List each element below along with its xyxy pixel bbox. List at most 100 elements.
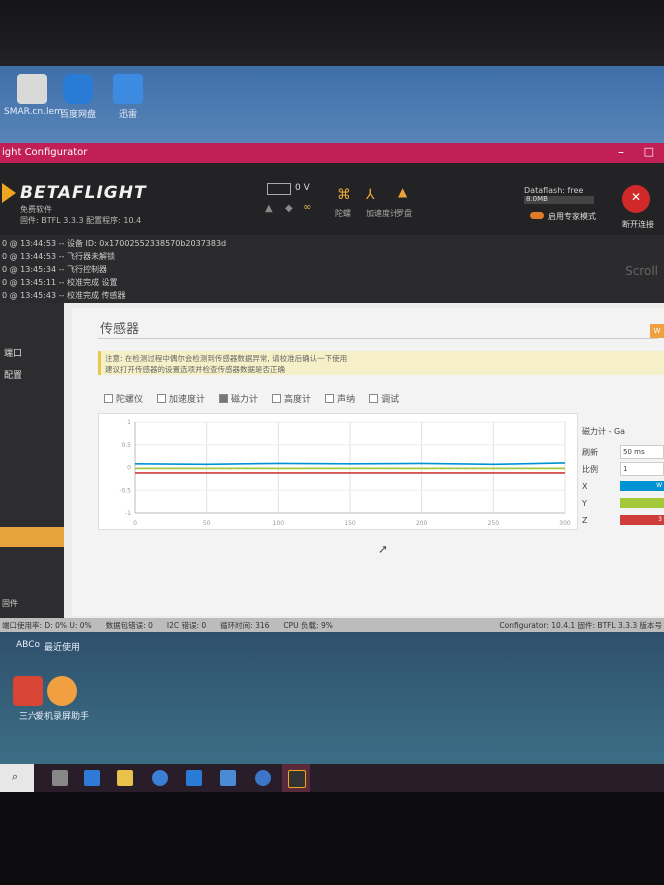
status-bar: 端口使用率: D: 0% U: 0% 数据包错误: 0 I2C 错误: 0 循环… [0,618,664,632]
sidebar-item[interactable] [0,431,64,453]
chart-y-tick-label: -0.5 [119,487,131,494]
log-line: 0 @ 13:45:34 -- 飞行控制器 [2,265,107,274]
sidebar-item[interactable] [0,387,64,409]
refresh-label: 刷新 [582,447,598,457]
betaflight-logo-icon [2,183,16,203]
logo-subtitle: 免费软件 [20,205,52,214]
scale-label: 比例 [582,464,598,474]
checkbox-debug[interactable]: 调试 [369,392,399,405]
log-line: 0 @ 13:44:53 -- 设备 ID: 0x17002552338570b… [2,239,227,248]
battery-icon [267,183,291,195]
browser-icon[interactable] [255,770,271,786]
mag-panel: 磁力计 - Ga 刷新 50 ms 比例 1 X W Y Z 3 [582,426,664,530]
sidebar-item[interactable] [0,409,64,431]
maximize-icon[interactable]: □ [644,145,654,158]
sidebar-item-sensors-active[interactable] [0,527,64,547]
monitor-bezel-bottom [0,792,664,885]
expert-mode-label: 启用专家模式 [548,212,596,221]
mouse-cursor-icon: ➚ [378,542,389,556]
title-divider [98,338,658,339]
scale-row: 比例 1 [582,462,664,476]
dataflash-label: Dataflash: free [524,186,584,195]
window-title: ight Configurator [2,147,88,158]
warning-icon: ▲ [265,203,273,214]
axis-z-value: 3 [620,515,664,525]
edge-icon[interactable] [84,770,100,786]
checkbox-gyro[interactable]: 陀螺仪 [104,392,143,405]
sidebar-item[interactable] [0,475,64,497]
page-title: 传感器 [100,322,140,337]
expert-mode-toggle[interactable] [530,212,544,219]
gyro-icon: ⌘ [337,187,351,203]
chart-x-tick-label: 150 [344,520,356,527]
mag-chart: 0 50 100 150 200 250 300 1 0.5 0 -0.5 -1 [119,419,571,527]
desktop-icon-label: 爱机录屏助手 [34,712,89,722]
chart-y-tick-label: 1 [127,419,131,426]
desktop-icon-screen-recorder[interactable]: 爱机录屏助手 [34,676,90,722]
minimize-icon[interactable]: – [618,145,624,159]
betaflight-taskbar-button[interactable] [282,764,310,794]
disconnect-button[interactable]: ✕ [622,185,650,213]
log-line: 0 @ 13:44:53 -- 飞行器未解锁 [2,252,115,261]
search-icon: ⌕ [12,770,19,783]
axis-y-label: Y [582,498,587,508]
sidebar-item[interactable] [0,453,64,475]
chart-x-tick-label: 250 [488,520,500,527]
wiki-button[interactable]: W [650,324,664,338]
desktop-icon-xunlei[interactable]: 迅雷 [100,74,156,120]
chart-x-tick-label: 100 [273,520,285,527]
checkbox-accel[interactable]: 加速度计 [157,392,205,405]
chart-x-tick-label: 200 [416,520,428,527]
log-line: 0 @ 13:45:43 -- 校准完成 传感器 [2,291,126,300]
gyro-label: 陀螺 [335,209,351,218]
note-line: 建议打开传感器的设置选项并检查传感器数据是否正确 [105,365,285,374]
link-icon: ∞ [303,202,312,213]
scale-select[interactable]: 1 [620,462,664,476]
axis-x-value: W [620,481,664,491]
search-box[interactable]: ⌕ [0,764,34,792]
note-box: 注意: 在检测过程中偶尔会检测到传感器数据异常, 请校准后确认一下使用 建议打开… [98,351,664,375]
chart-y-tick-label: -1 [125,510,131,517]
log-scroll-toggle[interactable]: Scroll [625,265,658,278]
sidebar-item-config[interactable]: 配置 [0,365,64,387]
status-packet-error: 数据包错误: 0 [105,621,153,630]
sidebar: 端口 配置 固件 [0,303,64,618]
checkbox-baro[interactable]: 高度计 [272,392,311,405]
chart-x-tick-label: 0 [133,520,137,527]
desktop-icon-label: 迅雷 [118,110,137,120]
axis-y-value [620,498,664,508]
desktop-icon-baidu[interactable]: 百度网盘 [50,74,106,120]
sensors-page: 传感器 W 注意: 在检测过程中偶尔会检测到传感器数据异常, 请校准后确认一下使… [72,308,664,616]
baidu-netdisk-icon [63,74,93,104]
betaflight-icon [288,770,306,788]
chart-y-tick-label: 0 [127,465,131,472]
chart-x-tick-label: 50 [203,520,211,527]
desktop-icon-recent[interactable]: 最近使用 [34,640,90,653]
accel-icon: ⅄ [366,187,375,203]
chrome-icon[interactable] [152,770,168,786]
log-line: 0 @ 13:45:11 -- 校准完成 设置 [2,278,118,287]
axis-z-label: Z [582,515,588,525]
note-line: 注意: 在检测过程中偶尔会检测到传感器数据异常, 请校准后确认一下使用 [105,354,348,363]
logo-text: BETAFLIGHT [20,183,147,203]
xunlei-icon [113,74,143,104]
battery-voltage: 0 V [295,183,310,193]
checkbox-mag[interactable]: 磁力计 [219,392,258,405]
monitor-bezel-top [0,0,664,70]
task-view-icon[interactable] [52,770,68,786]
status-port-usage: 端口使用率: D: 0% U: 0% [2,621,92,630]
mag-panel-title: 磁力计 - Ga [582,427,626,436]
desktop-icon-label: 最近使用 [43,643,80,653]
sidebar-item-firmware[interactable]: 固件 [2,598,18,609]
dataflash-bar: 8.0MB [524,195,594,204]
sidebar-item-ports[interactable]: 端口 [0,343,64,365]
refresh-row: 刷新 50 ms [582,445,664,459]
app-title-bar[interactable]: ight Configurator – □ [0,143,664,163]
chart-x-tick-label: 300 [559,520,571,527]
desktop-icon-label: 百度网盘 [59,110,96,120]
xunlei-taskbar-icon[interactable] [220,770,236,786]
baidu-icon[interactable] [186,770,202,786]
refresh-select[interactable]: 50 ms [620,445,664,459]
file-explorer-icon[interactable] [117,770,133,786]
checkbox-sonar[interactable]: 声纳 [325,392,355,405]
